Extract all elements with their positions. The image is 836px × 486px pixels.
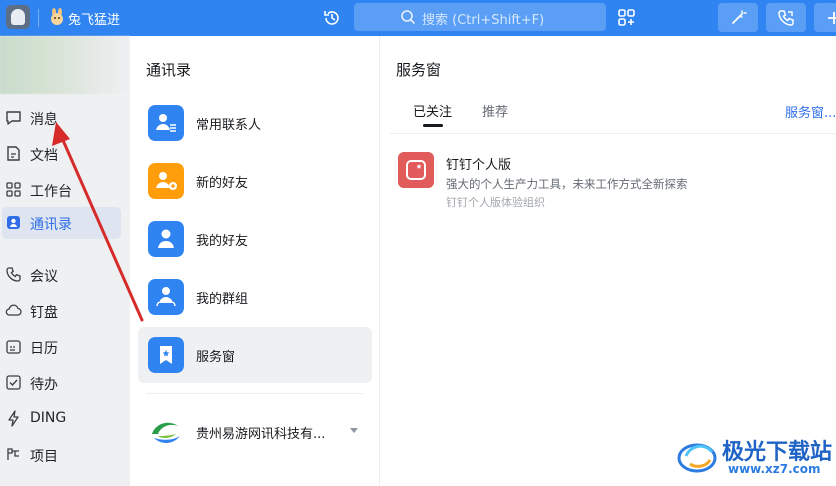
my-friends-icon: [148, 221, 184, 257]
add-button[interactable]: [814, 3, 836, 32]
contact-item-my-friends[interactable]: 我的好友: [138, 211, 372, 267]
contact-item-new-friends[interactable]: 新的好友: [138, 153, 372, 209]
topbar-divider: [38, 9, 39, 27]
watermark-url: www.xz7.com: [728, 462, 821, 476]
sidebar-item-workbench[interactable]: 工作台: [2, 174, 121, 206]
organization-item[interactable]: 贵州易游网讯科技有...: [138, 402, 372, 458]
sidebar-item-label: 日历: [30, 341, 58, 357]
apps-icon[interactable]: [617, 8, 637, 28]
sidebar-item-ding[interactable]: DING: [2, 403, 121, 435]
sidebar-item-docs[interactable]: 文档: [2, 138, 121, 170]
tab-recommended[interactable]: 推荐: [482, 101, 508, 120]
history-icon[interactable]: [322, 8, 342, 28]
new-friends-icon: [148, 163, 184, 199]
sidebar-item-calendar[interactable]: 日历: [2, 331, 121, 363]
sidebar-item-label: 待办: [30, 377, 58, 393]
sidebar-item-label: 工作台: [30, 184, 72, 200]
sidebar-item-label: DING: [30, 410, 67, 426]
team-name[interactable]: 兔飞猛进: [68, 9, 120, 28]
user-profile-area[interactable]: [0, 36, 130, 94]
contacts-panel: 通讯录 常用联系人 新的好友 我的好友 我的群组 服务窗 贵州易游网讯科技有..…: [130, 36, 380, 486]
contact-item-label: 新的好友: [196, 176, 249, 191]
sidebar-item-label: 文档: [30, 148, 58, 164]
todo-icon: [6, 375, 21, 390]
project-icon: [7, 448, 19, 460]
contact-item-label: 常用联系人: [196, 118, 262, 133]
contact-item-frequent[interactable]: 常用联系人: [138, 95, 372, 151]
sidebar-item-project[interactable]: 项目: [2, 439, 121, 471]
meeting-icon: [6, 267, 21, 282]
contact-item-service-window[interactable]: 服务窗: [138, 327, 372, 383]
rabbit-logo: [51, 8, 63, 25]
magic-wand-button[interactable]: [718, 3, 758, 32]
contacts-divider: [146, 393, 364, 394]
service-description: 强大的个人生产力工具，未来工作方式全新探索: [446, 177, 688, 191]
search-icon: [401, 10, 416, 25]
contact-item-my-groups[interactable]: 我的群组: [138, 269, 372, 325]
sidebar-item-drive[interactable]: 钉盘: [2, 295, 121, 327]
contacts-icon: [7, 216, 20, 229]
my-groups-icon: [148, 279, 184, 315]
organization-name: 贵州易游网讯科技有...: [196, 427, 326, 442]
active-tab-indicator: [423, 124, 443, 127]
tabs-divider: [390, 133, 836, 134]
sidebar-item-contacts[interactable]: 通讯录: [2, 207, 121, 239]
sidebar-item-messages[interactable]: 消息: [2, 102, 121, 134]
sidebar-item-label: 钉盘: [30, 305, 58, 321]
cloud-drive-icon: [5, 304, 22, 316]
phone-icon: [778, 10, 794, 26]
dingtalk-personal-icon[interactable]: [398, 152, 434, 188]
calendar-icon: [6, 340, 21, 354]
contact-item-label: 我的好友: [196, 234, 249, 249]
service-window-panel: 服务窗 已关注 推荐 服务窗... 钉钉个人版 强大的个人生产力工具，未来工作方…: [380, 36, 836, 486]
service-subtitle: 钉钉个人版体验组织: [446, 196, 545, 209]
watermark: 极光下载站 www.xz7.com: [676, 432, 832, 482]
service-window-link[interactable]: 服务窗...: [785, 102, 836, 121]
service-window-icon: [148, 337, 184, 373]
frequent-contacts-icon: [148, 105, 184, 141]
service-name[interactable]: 钉钉个人版: [446, 154, 511, 173]
call-button[interactable]: [766, 3, 806, 32]
sidebar-item-label: 会议: [30, 269, 58, 285]
contact-item-label: 服务窗: [196, 350, 236, 365]
workbench-icon: [6, 182, 21, 197]
message-icon: [6, 111, 21, 125]
search-placeholder: 搜索 (Ctrl+Shift+F): [422, 13, 545, 28]
sidebar-item-meeting[interactable]: 会议: [2, 259, 121, 291]
sidebar-item-label: 消息: [30, 112, 58, 128]
magic-wand-icon: [732, 10, 747, 24]
sidebar-item-label: 项目: [30, 449, 58, 465]
plus-icon: [828, 12, 836, 24]
app-icon[interactable]: [6, 5, 30, 29]
sidebar-item-todo[interactable]: 待办: [2, 367, 121, 399]
search-input[interactable]: 搜索 (Ctrl+Shift+F): [354, 3, 606, 31]
service-window-title: 服务窗: [396, 61, 442, 79]
organization-logo: [149, 415, 183, 449]
watermark-logo: [677, 443, 717, 473]
tab-following[interactable]: 已关注: [413, 101, 452, 120]
contacts-title: 通讯录: [146, 61, 192, 79]
left-sidebar: 消息 文档 工作台 通讯录 会议 钉盘 日历 待办 DING 项目: [0, 36, 130, 486]
ding-icon: [8, 410, 19, 427]
sidebar-item-label: 通讯录: [30, 217, 72, 233]
top-bar: 兔飞猛进 搜索 (Ctrl+Shift+F): [0, 0, 836, 36]
document-icon: [7, 146, 20, 161]
chevron-down-icon[interactable]: [350, 428, 358, 433]
contact-item-label: 我的群组: [196, 292, 249, 307]
